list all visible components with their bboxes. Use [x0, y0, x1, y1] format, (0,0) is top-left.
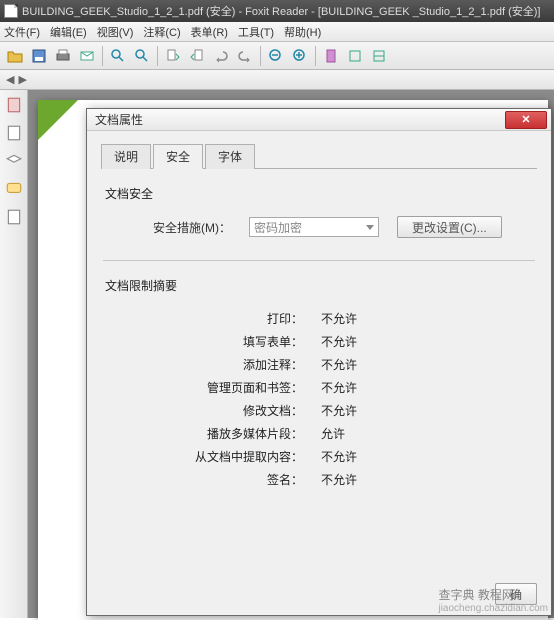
restriction-value: 不允许 [321, 310, 357, 327]
restriction-row: 播放多媒体片段：允许 [121, 425, 537, 442]
left-sidebar [0, 90, 28, 618]
restriction-key: 签名： [121, 471, 321, 488]
search-button[interactable] [107, 45, 129, 67]
close-icon: ✕ [521, 113, 530, 126]
search-advanced-button[interactable] [131, 45, 153, 67]
tab-fonts[interactable]: 字体 [205, 144, 255, 169]
restriction-key: 播放多媒体片段： [121, 425, 321, 442]
menu-view[interactable]: 视图(V) [97, 24, 134, 40]
rotate-button[interactable] [320, 45, 342, 67]
window-title: BUILDING_GEEK_Studio_1_2_1.pdf (安全) - Fo… [22, 3, 540, 19]
toolbar [0, 42, 554, 70]
security-method-value: 密码加密 [254, 219, 302, 236]
restriction-key: 打印： [121, 310, 321, 327]
page-corner-decoration [38, 100, 78, 140]
dialog-tabs: 说明 安全 字体 [101, 143, 537, 169]
restriction-key: 修改文档： [121, 402, 321, 419]
restriction-value: 不允许 [321, 356, 357, 373]
restriction-row: 填写表单：不允许 [121, 333, 537, 350]
toolbar-divider [102, 46, 103, 66]
ok-button[interactable]: 确 [495, 583, 537, 605]
next-page-button[interactable] [186, 45, 208, 67]
zoom-in-button[interactable] [289, 45, 311, 67]
nav-forward-icon[interactable]: ▶ [18, 73, 26, 86]
restriction-key: 添加注释： [121, 356, 321, 373]
bookmark-panel-icon[interactable] [5, 96, 23, 114]
toolbar-divider [157, 46, 158, 66]
restriction-row: 签名：不允许 [121, 471, 537, 488]
layers-panel-icon[interactable] [5, 152, 23, 170]
comments-panel-icon[interactable] [5, 180, 23, 198]
restriction-row: 打印：不允许 [121, 310, 537, 327]
pdf-file-icon [4, 4, 18, 18]
window-titlebar: BUILDING_GEEK_Studio_1_2_1.pdf (安全) - Fo… [0, 0, 554, 22]
restriction-row: 添加注释：不允许 [121, 356, 537, 373]
fit-page-button[interactable] [344, 45, 366, 67]
menu-edit[interactable]: 编辑(E) [50, 24, 87, 40]
pages-panel-icon[interactable] [5, 124, 23, 142]
redo-button[interactable] [234, 45, 256, 67]
security-method-row: 安全措施(M)： 密码加密 更改设置(C)... [141, 216, 537, 238]
restriction-key: 从文档中提取内容： [121, 448, 321, 465]
tab-description[interactable]: 说明 [101, 144, 151, 169]
security-method-select[interactable]: 密码加密 [249, 217, 379, 237]
restriction-value: 不允许 [321, 402, 357, 419]
restriction-value: 不允许 [321, 379, 357, 396]
restriction-value: 不允许 [321, 448, 357, 465]
restriction-key: 填写表单： [121, 333, 321, 350]
undo-button[interactable] [210, 45, 232, 67]
print-button[interactable] [52, 45, 74, 67]
dialog-footer: 确 [101, 575, 537, 605]
menu-bar: 文件(F) 编辑(E) 视图(V) 注释(C) 表单(R) 工具(T) 帮助(H… [0, 22, 554, 42]
menu-form[interactable]: 表单(R) [191, 24, 228, 40]
prev-page-button[interactable] [162, 45, 184, 67]
toolbar-divider [260, 46, 261, 66]
restriction-value: 允许 [321, 425, 345, 442]
zoom-out-button[interactable] [265, 45, 287, 67]
fit-width-button[interactable] [368, 45, 390, 67]
restriction-row: 从文档中提取内容：不允许 [121, 448, 537, 465]
restriction-row: 修改文档：不允许 [121, 402, 537, 419]
document-properties-dialog: 文档属性 ✕ 说明 安全 字体 文档安全 安全措施(M)： 密码加密 更改设置(… [86, 108, 552, 616]
dialog-titlebar[interactable]: 文档属性 ✕ [87, 109, 551, 131]
restriction-key: 管理页面和书签： [121, 379, 321, 396]
save-button[interactable] [28, 45, 50, 67]
navigation-bar: ◀ ▶ [0, 70, 554, 90]
menu-tools[interactable]: 工具(T) [238, 24, 274, 40]
restrictions-list: 打印：不允许 填写表单：不允许 添加注释：不允许 管理页面和书签：不允许 修改文… [121, 304, 537, 494]
menu-comment[interactable]: 注释(C) [143, 24, 180, 40]
dialog-body: 说明 安全 字体 文档安全 安全措施(M)： 密码加密 更改设置(C)... 文… [87, 131, 551, 615]
restriction-row: 管理页面和书签：不允许 [121, 379, 537, 396]
open-button[interactable] [4, 45, 26, 67]
attachments-panel-icon[interactable] [5, 208, 23, 226]
security-method-label: 安全措施(M)： [141, 219, 231, 236]
section-restrictions: 文档限制摘要 [105, 277, 537, 294]
tab-security[interactable]: 安全 [153, 144, 203, 169]
restriction-value: 不允许 [321, 333, 357, 350]
section-divider [103, 260, 535, 261]
menu-help[interactable]: 帮助(H) [284, 24, 321, 40]
toolbar-divider [315, 46, 316, 66]
change-settings-button[interactable]: 更改设置(C)... [397, 216, 502, 238]
close-button[interactable]: ✕ [505, 111, 547, 129]
dialog-title: 文档属性 [95, 111, 143, 128]
nav-back-icon[interactable]: ◀ [6, 73, 14, 86]
section-document-security: 文档安全 [105, 185, 537, 202]
restriction-value: 不允许 [321, 471, 357, 488]
email-button[interactable] [76, 45, 98, 67]
menu-file[interactable]: 文件(F) [4, 24, 40, 40]
